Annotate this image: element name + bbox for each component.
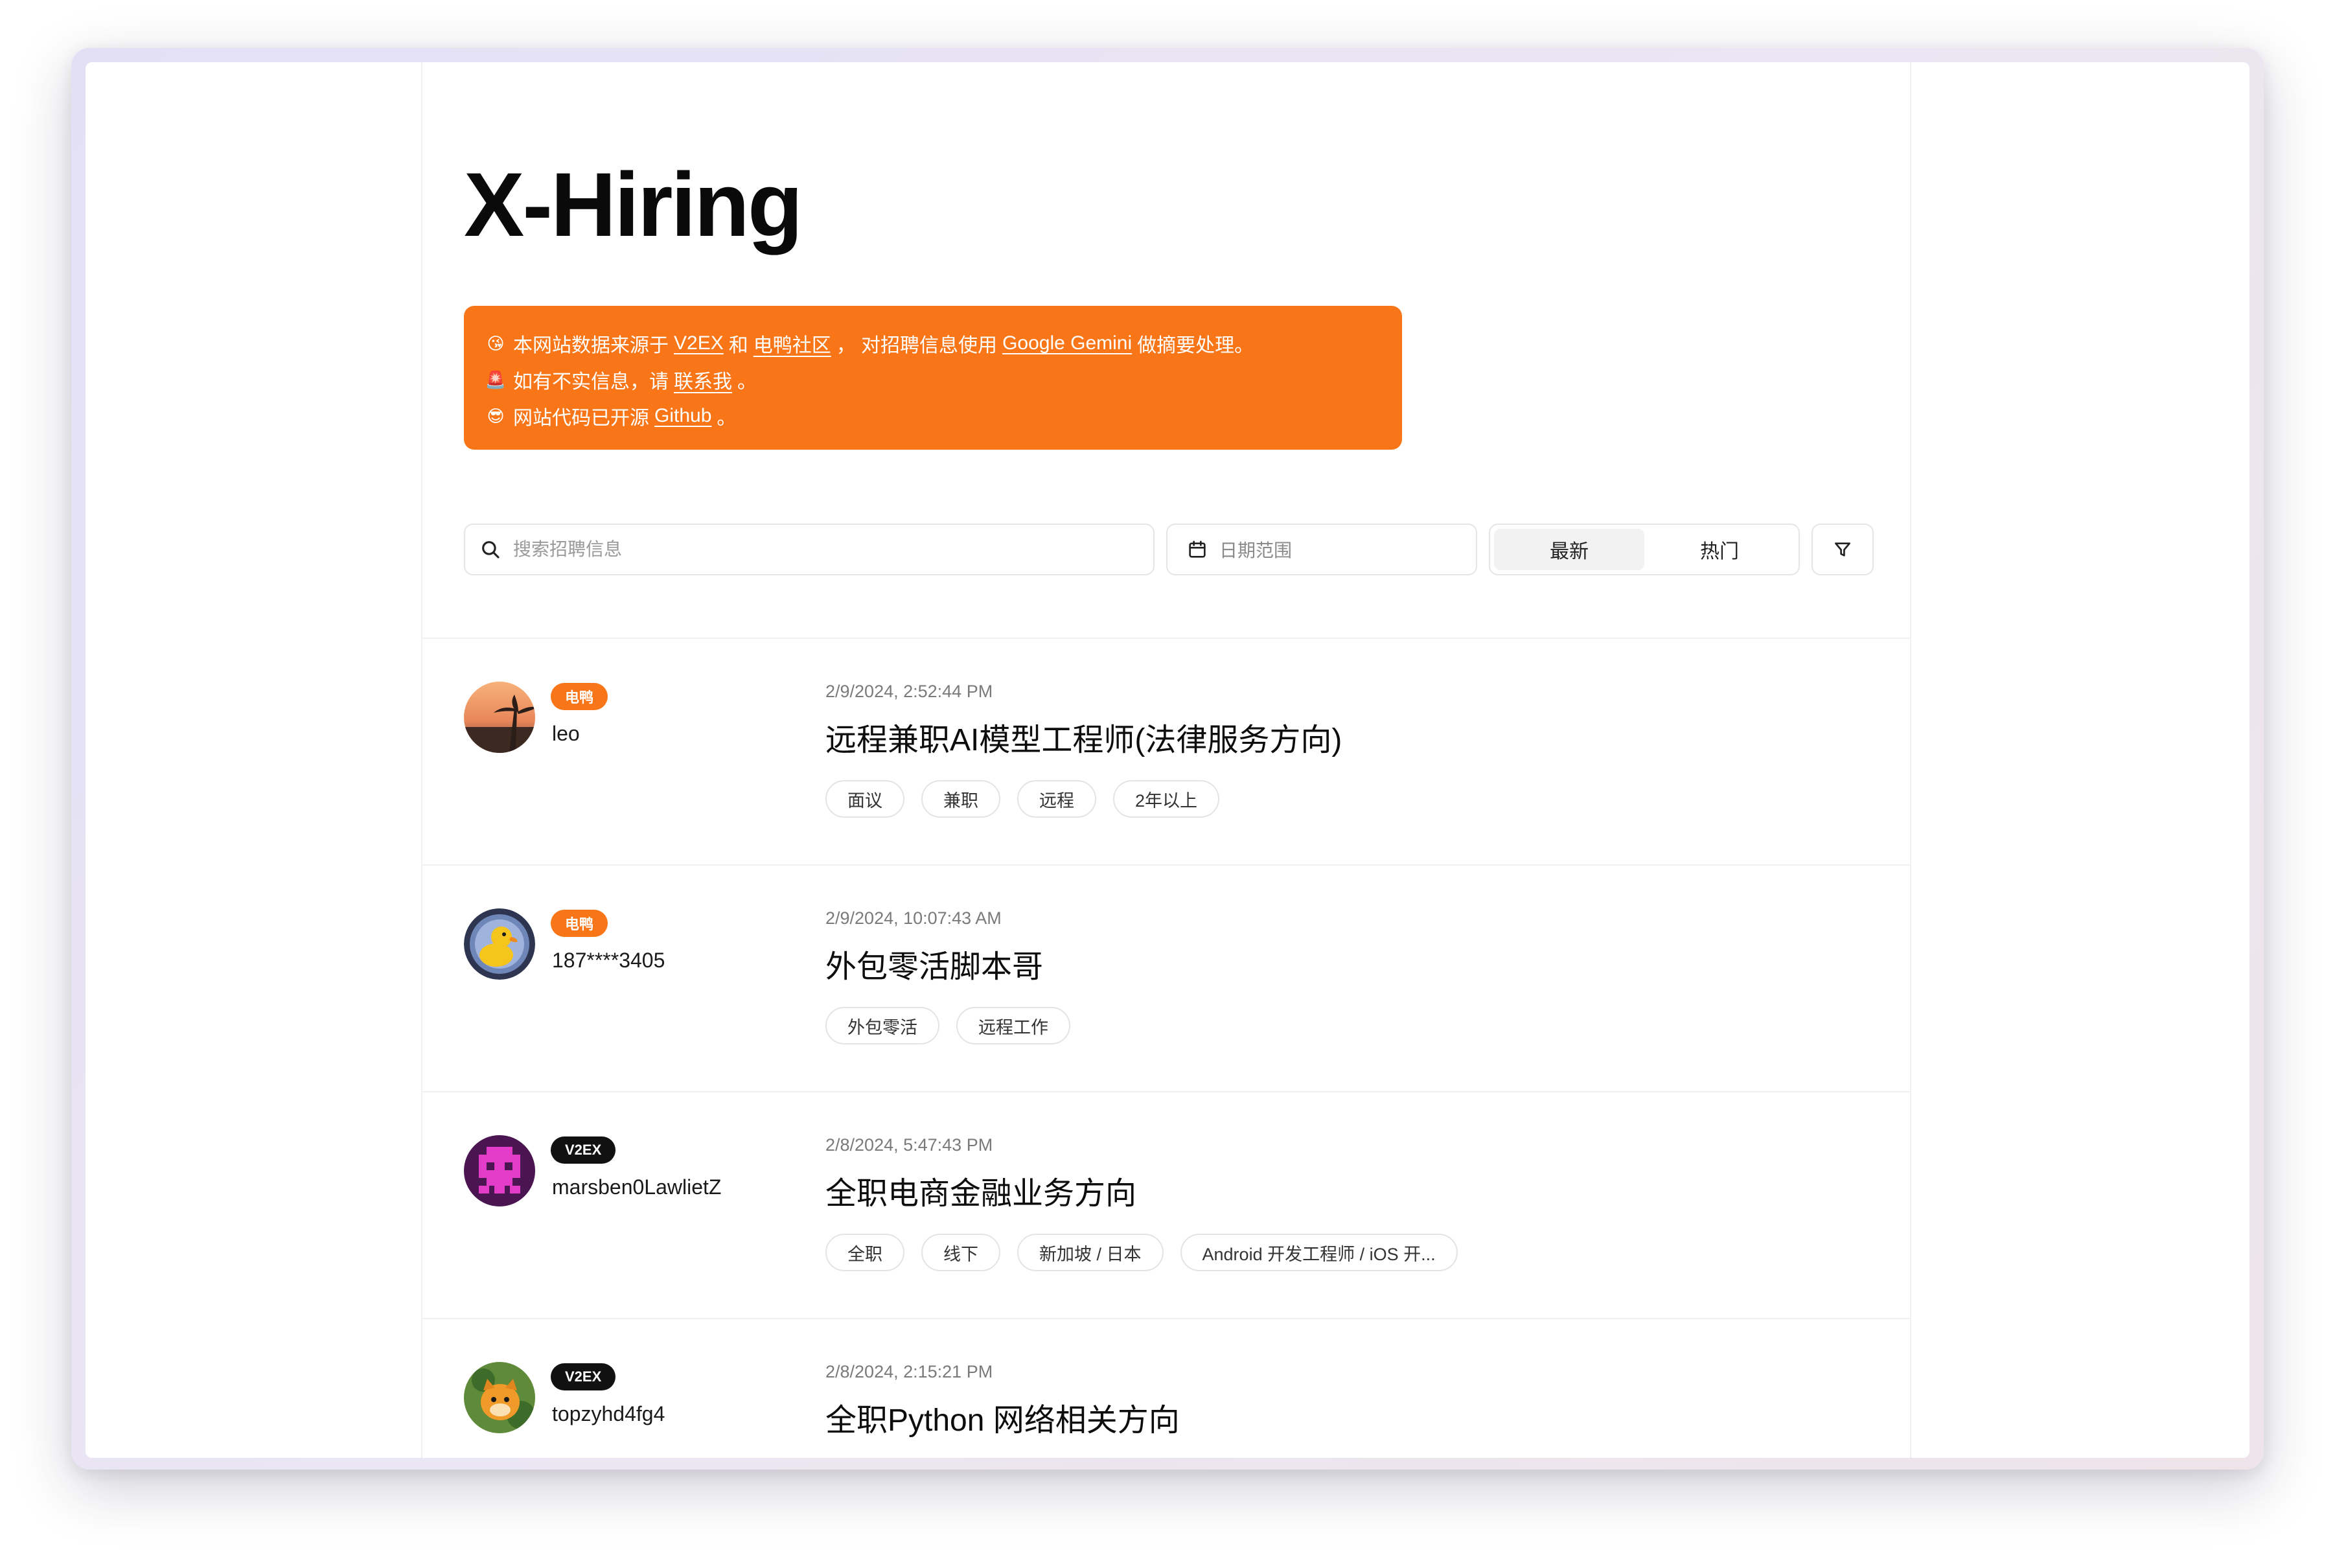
- job-title[interactable]: 全职电商金融业务方向: [825, 1168, 1136, 1213]
- job-tag[interactable]: 兼职: [921, 780, 1000, 818]
- contact-link[interactable]: 联系我: [674, 365, 732, 394]
- job-title[interactable]: 远程兼职AI模型工程师(法律服务方向): [825, 714, 1342, 759]
- search-icon: [482, 541, 500, 559]
- calendar-icon: [1189, 540, 1206, 558]
- notice-text: 网站代码已开源: [513, 408, 649, 429]
- job-list: 电鸭 leo 2/9/2024, 2:52:44 PM 远程兼职AI模型工程师(…: [422, 638, 1910, 1458]
- date-range-placeholder: 日期范围: [1219, 540, 1293, 560]
- notice-text: 。: [737, 371, 757, 393]
- job-title[interactable]: 全职Python 网络相关方向: [825, 1394, 1180, 1440]
- job-tag[interactable]: 远程: [1017, 780, 1096, 818]
- source-badge: V2EX: [551, 1136, 616, 1164]
- username[interactable]: 187****3405: [552, 949, 665, 973]
- notice-text: 和: [728, 335, 748, 356]
- notice-line-source: 😘 本网站数据来源于 V2EX 和 电鸭社区 ， 对招聘信息使用 Google …: [485, 325, 1381, 362]
- sort-latest-tab[interactable]: 最新: [1494, 529, 1644, 570]
- post-timestamp: 2/8/2024, 5:47:43 PM: [825, 1135, 993, 1155]
- main-column: X-Hiring 😘 本网站数据来源于 V2EX 和 电鸭社区 ， 对招聘信息使…: [421, 62, 1911, 1458]
- job-tag[interactable]: 2年以上: [1113, 780, 1220, 818]
- github-link[interactable]: Github: [654, 405, 711, 427]
- page-title: X-Hiring: [464, 154, 803, 255]
- job-row[interactable]: V2EX topzyhd4fg4 2/8/2024, 2:15:21 PM 全职…: [422, 1318, 1910, 1458]
- kiss-emoji-icon: 😘: [487, 333, 505, 353]
- username[interactable]: topzyhd4fg4: [552, 1402, 665, 1426]
- job-tag[interactable]: 面议: [825, 780, 904, 818]
- tag-list: 全职 线下 新加坡 / 日本 Android 开发工程师 / iOS 开...: [825, 1234, 1458, 1271]
- job-tag[interactable]: 远程工作: [956, 1007, 1070, 1044]
- notice-text: 如有不实信息，请: [513, 371, 669, 393]
- siren-emoji-icon: 🚨: [485, 369, 507, 389]
- post-timestamp: 2/9/2024, 10:07:43 AM: [825, 908, 1002, 928]
- filter-icon: [1835, 542, 1850, 557]
- dianya-link[interactable]: 电鸭社区: [753, 329, 831, 358]
- notice-line-github: 😎 网站代码已开源 Github 。: [485, 398, 1381, 434]
- google-gemini-link[interactable]: Google Gemini: [1002, 332, 1132, 354]
- sort-toggle: 最新 热门: [1489, 524, 1800, 575]
- job-tag[interactable]: 全职: [825, 1234, 904, 1271]
- sunglasses-emoji-icon: 😎: [487, 406, 505, 426]
- notice-text: 本网站数据来源于: [513, 335, 669, 356]
- job-tag[interactable]: Android 开发工程师 / iOS 开...: [1180, 1234, 1458, 1271]
- tag-list: 面议 兼职 远程 2年以上: [825, 780, 1220, 818]
- info-notice: 😘 本网站数据来源于 V2EX 和 电鸭社区 ， 对招聘信息使用 Google …: [464, 306, 1402, 450]
- v2ex-link[interactable]: V2EX: [674, 332, 724, 354]
- post-timestamp: 2/9/2024, 2:52:44 PM: [825, 682, 993, 701]
- notice-text: ， 对招聘信息使用: [836, 335, 998, 356]
- notice-text: 。: [717, 408, 737, 429]
- job-row[interactable]: 电鸭 187****3405 2/9/2024, 10:07:43 AM 外包零…: [422, 864, 1910, 1091]
- browser-window: X-Hiring 😘 本网站数据来源于 V2EX 和 电鸭社区 ， 对招聘信息使…: [86, 62, 2249, 1458]
- job-tag[interactable]: 线下: [921, 1234, 1000, 1271]
- username[interactable]: marsben0LawlietZ: [552, 1175, 721, 1199]
- search-input[interactable]: [513, 539, 1096, 560]
- search-field[interactable]: [464, 524, 1155, 575]
- sort-hot-tab[interactable]: 热门: [1644, 529, 1795, 570]
- job-row[interactable]: V2EX marsben0LawlietZ 2/8/2024, 5:47:43 …: [422, 1091, 1910, 1318]
- job-title[interactable]: 外包零活脚本哥: [825, 941, 1043, 986]
- avatar[interactable]: [464, 1135, 535, 1206]
- notice-text: 做摘要处理。: [1137, 335, 1254, 356]
- job-tag[interactable]: 新加坡 / 日本: [1017, 1234, 1164, 1271]
- avatar[interactable]: [464, 682, 535, 753]
- source-badge: 电鸭: [551, 683, 608, 710]
- notice-line-contact: 🚨 如有不实信息，请 联系我 。: [485, 362, 1381, 398]
- post-timestamp: 2/8/2024, 2:15:21 PM: [825, 1362, 993, 1381]
- tag-list: 外包零活 远程工作: [825, 1007, 1070, 1044]
- date-range-picker[interactable]: 日期范围: [1166, 524, 1477, 575]
- job-tag[interactable]: 外包零活: [825, 1007, 939, 1044]
- avatar[interactable]: [464, 908, 535, 980]
- source-badge: 电鸭: [551, 910, 608, 937]
- username[interactable]: leo: [552, 722, 580, 746]
- filter-button[interactable]: [1812, 524, 1874, 575]
- avatar[interactable]: [464, 1362, 535, 1433]
- source-badge: V2EX: [551, 1363, 616, 1390]
- job-row[interactable]: 电鸭 leo 2/9/2024, 2:52:44 PM 远程兼职AI模型工程师(…: [422, 638, 1910, 864]
- filter-toolbar: 日期范围 最新 热门: [464, 524, 1874, 577]
